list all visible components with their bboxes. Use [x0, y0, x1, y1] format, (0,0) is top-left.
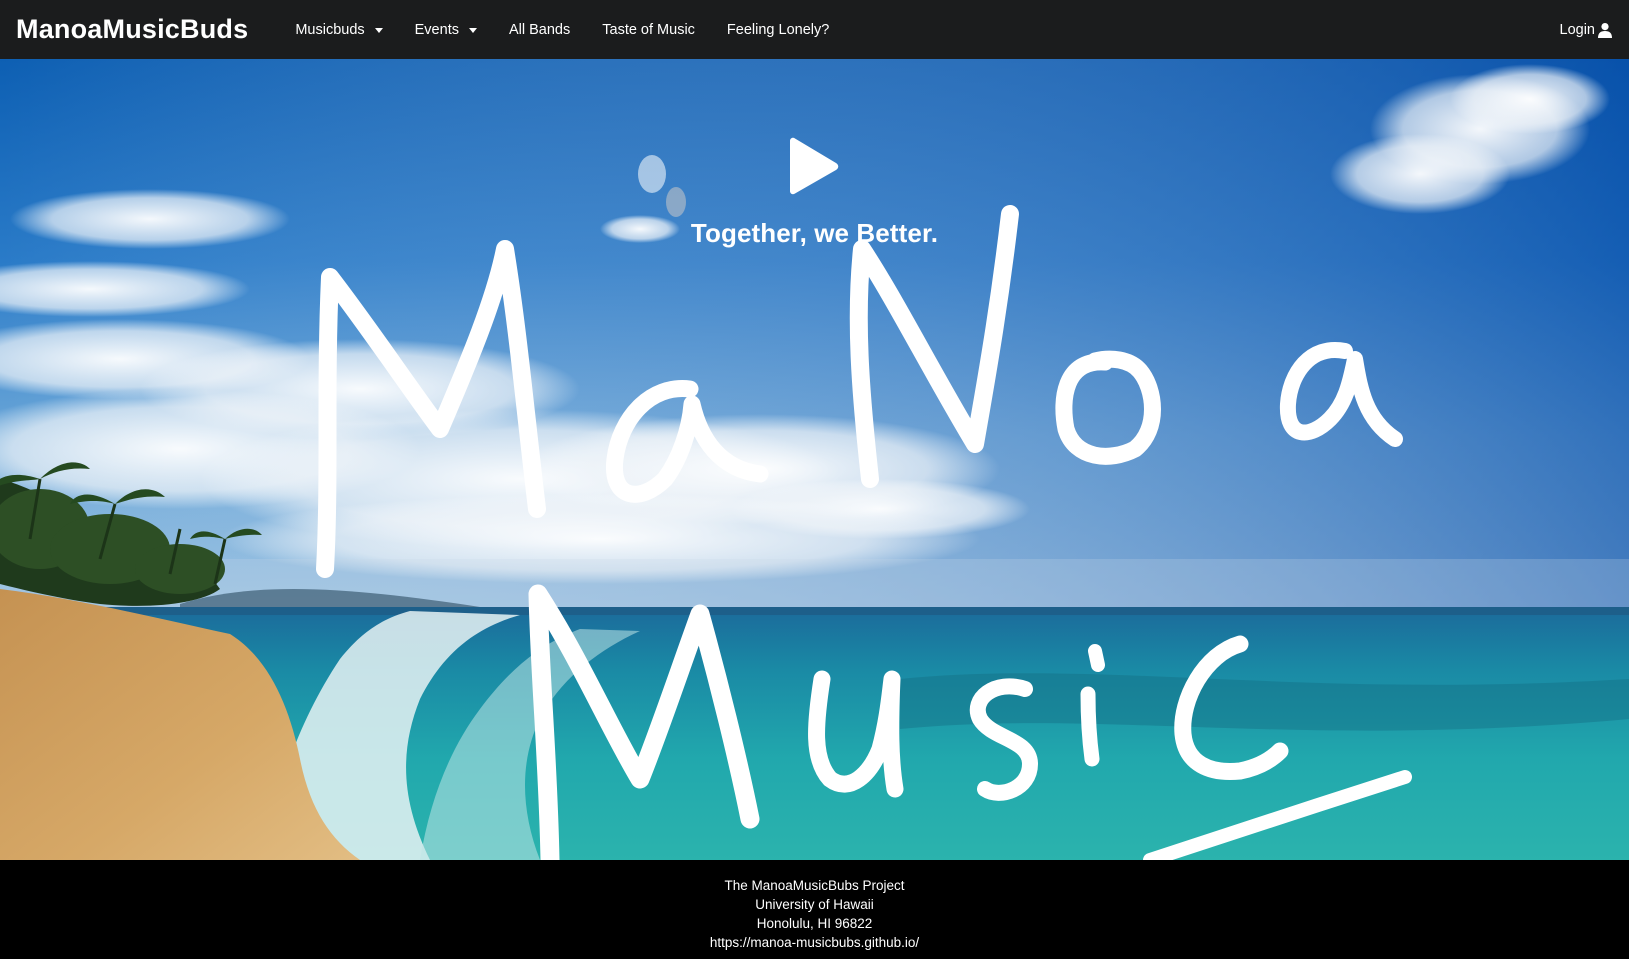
hero-banner: Together, we Better. — [0, 59, 1629, 860]
nav-item-label: Musicbuds — [295, 21, 365, 38]
hero-tagline: Together, we Better. — [690, 218, 939, 248]
nav-musicbuds-dropdown[interactable]: Musicbuds — [279, 22, 398, 38]
nav-events-dropdown[interactable]: Events — [399, 22, 493, 38]
nav-item-label: Feeling Lonely? — [726, 21, 830, 38]
footer-university: University of Hawaii — [755, 897, 874, 912]
footer-project-name: The ManoaMusicBubs Project — [724, 878, 905, 893]
caret-down-icon — [468, 28, 477, 33]
footer: The ManoaMusicBubs Project University of… — [0, 860, 1629, 959]
user-icon — [1598, 22, 1612, 38]
nav-feeling-lonely[interactable]: Feeling Lonely? — [711, 22, 845, 38]
nav-all-bands[interactable]: All Bands — [493, 22, 586, 38]
footer-address: Honolulu, HI 96822 — [756, 916, 873, 931]
login-label: Login — [1559, 21, 1595, 38]
nav-item-label: Events — [414, 21, 459, 38]
footer-github-link[interactable]: https://manoa-musicbubs.github.io/ — [710, 935, 919, 950]
nav-item-label: Taste of Music — [602, 21, 695, 38]
brand-logo[interactable]: ManoaMusicBuds — [16, 14, 248, 45]
nav-item-label: All Bands — [508, 21, 571, 38]
login-button[interactable]: Login — [1560, 22, 1613, 38]
top-navbar: ManoaMusicBuds Musicbuds Events All Band… — [0, 0, 1629, 59]
caret-down-icon — [374, 28, 383, 33]
nav-taste-of-music[interactable]: Taste of Music — [586, 22, 711, 38]
play-icon[interactable] — [784, 137, 840, 195]
